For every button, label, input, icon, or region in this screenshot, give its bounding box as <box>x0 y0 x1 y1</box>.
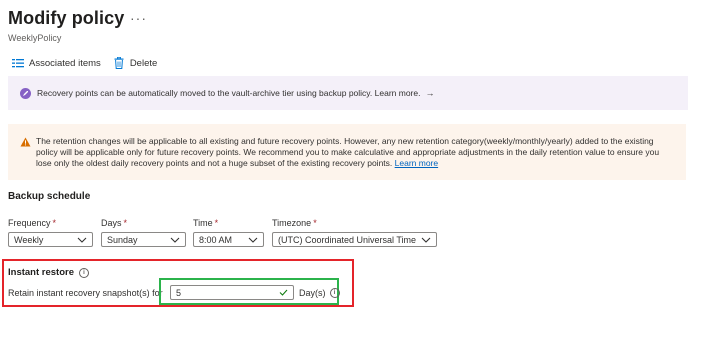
frequency-dropdown[interactable]: Weekly <box>8 232 93 247</box>
frequency-value: Weekly <box>14 234 44 245</box>
retention-warning-text: The retention changes will be applicable… <box>36 136 676 169</box>
retention-warning-body: The retention changes will be applicable… <box>36 136 660 168</box>
required-mark: * <box>313 218 317 228</box>
chevron-down-icon <box>248 237 258 243</box>
timezone-dropdown[interactable]: (UTC) Coordinated Universal Time <box>272 232 437 247</box>
time-label-text: Time <box>193 218 213 228</box>
info-icon[interactable]: i <box>79 267 89 278</box>
associated-items-label: Associated items <box>29 57 101 69</box>
required-mark: * <box>52 218 57 228</box>
trash-icon <box>114 57 124 69</box>
chevron-down-icon <box>77 237 87 243</box>
timezone-label: Timezone * <box>272 218 317 228</box>
retention-unit-text: Day(s) <box>299 288 326 298</box>
required-mark: * <box>123 218 128 228</box>
backup-schedule-heading: Backup schedule <box>8 191 91 202</box>
instant-restore-heading-text: Instant restore <box>8 267 74 278</box>
retention-warning-banner: The retention changes will be applicable… <box>8 124 686 180</box>
learn-more-arrow-icon[interactable]: → <box>425 88 434 98</box>
more-options-button[interactable]: ··· <box>130 10 147 26</box>
delete-button[interactable]: Delete <box>113 57 157 69</box>
timezone-label-text: Timezone <box>272 218 312 228</box>
chevron-down-icon <box>170 237 180 243</box>
warning-icon <box>20 137 31 147</box>
instant-restore-heading: Instant restore i <box>8 267 89 278</box>
snapshot-retention-input[interactable]: 5 <box>170 285 294 300</box>
days-dropdown[interactable]: Sunday <box>101 232 186 247</box>
page-subtitle: WeeklyPolicy <box>8 33 62 43</box>
required-mark: * <box>214 218 219 228</box>
snapshot-retention-value: 5 <box>176 287 182 298</box>
time-value: 8:00 AM <box>199 234 233 245</box>
command-bar: Associated items Delete <box>12 56 157 70</box>
checkmark-icon <box>279 289 288 296</box>
learn-more-link[interactable]: Learn more <box>395 158 438 168</box>
days-label: Days * <box>101 218 127 228</box>
list-icon <box>12 59 24 68</box>
time-label: Time * <box>193 218 218 228</box>
associated-items-button[interactable]: Associated items <box>12 57 101 69</box>
frequency-label: Frequency * <box>8 218 56 228</box>
time-dropdown[interactable]: 8:00 AM <box>193 232 264 247</box>
info-icon[interactable]: i <box>329 288 340 298</box>
chevron-down-icon <box>421 237 431 243</box>
retain-snapshot-label: Retain instant recovery snapshot(s) for <box>8 288 163 298</box>
days-label-text: Days <box>101 218 122 228</box>
archive-info-banner: Recovery points can be automatically mov… <box>8 76 688 110</box>
page-title: Modify policy <box>8 8 125 28</box>
archive-info-text: Recovery points can be automatically mov… <box>37 88 421 98</box>
frequency-label-text: Frequency <box>8 218 51 228</box>
rocket-icon <box>20 87 31 99</box>
days-value: Sunday <box>107 234 138 245</box>
delete-label: Delete <box>129 57 158 69</box>
retention-unit: Day(s) i <box>299 288 340 298</box>
timezone-value: (UTC) Coordinated Universal Time <box>278 234 417 245</box>
